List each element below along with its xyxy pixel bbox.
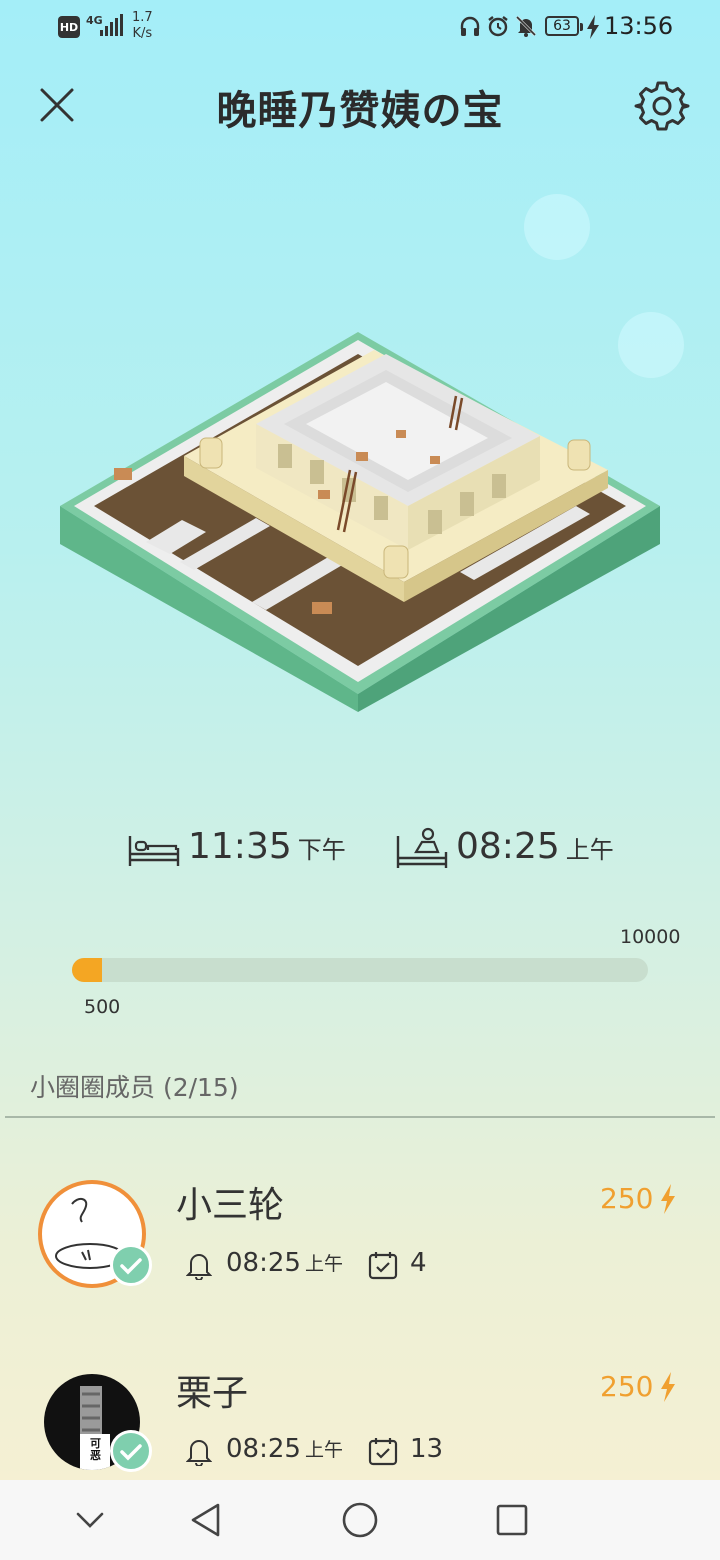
member-alarm: 08:25 上午: [226, 1248, 343, 1278]
members-section-title: 小圈圈成员 (2/15): [30, 1073, 239, 1102]
clock: 13:56: [604, 12, 674, 40]
hd-badge: HD: [58, 16, 80, 38]
alarm-bell-icon: [186, 1440, 212, 1466]
alarm-time: 08:25: [226, 1434, 301, 1464]
member-days: 13: [410, 1434, 444, 1464]
alarm-bell-icon: [186, 1254, 212, 1280]
gear-icon[interactable]: [634, 78, 690, 134]
alarm-time: 08:25: [226, 1248, 301, 1278]
bedtime: 11:35 下午: [188, 826, 346, 867]
member-name: 栗子: [176, 1373, 249, 1414]
speed-unit: K/s: [132, 26, 153, 41]
energy-value: 250: [600, 1182, 654, 1215]
avatar-text: 可恶: [90, 1437, 101, 1462]
member-alarm: 08:25 上午: [226, 1434, 343, 1464]
progress-track: [72, 958, 648, 982]
status-bar: HD 4G 1.7 K/s 63 13:56: [0, 0, 720, 56]
member-energy: 250: [600, 1182, 677, 1215]
bedtime-value: 11:35: [188, 826, 292, 867]
calendar-check-icon: [368, 1438, 398, 1466]
back-icon[interactable]: [188, 1502, 224, 1538]
member-energy: 250: [600, 1370, 677, 1403]
bed-icon: [128, 832, 180, 872]
calendar-check-icon: [368, 1252, 398, 1280]
wake-time-value: 08:25: [456, 826, 560, 867]
verified-badge: [110, 1430, 152, 1472]
divider: [5, 1116, 715, 1118]
lightning-icon: [661, 1183, 676, 1214]
building-illustration: [60, 332, 660, 712]
member-row[interactable]: 可恶 栗子 250 08:25 上午 13: [0, 1350, 720, 1480]
home-icon[interactable]: [340, 1500, 380, 1540]
speed-value: 1.7: [132, 10, 153, 25]
page-title: 晚睡乃赞姨の宝: [216, 88, 504, 134]
system-nav-bar: [0, 1480, 720, 1560]
alarm-period: 上午: [304, 1253, 343, 1275]
bedtime-period: 下午: [297, 836, 346, 864]
alarm-icon: [488, 16, 508, 37]
energy-value: 250: [600, 1370, 654, 1403]
charging-icon: [587, 15, 599, 39]
battery-indicator: 63: [545, 16, 583, 36]
alarm-period: 上午: [304, 1439, 343, 1461]
network-speed: 1.7 K/s: [132, 10, 153, 42]
member-row[interactable]: 小三轮 250 08:25 上午 4: [0, 1160, 720, 1300]
wake-icon: [396, 826, 448, 874]
headphones-icon: [460, 16, 480, 36]
progress-current-label: 500: [84, 996, 121, 1018]
signal-icon: [100, 14, 123, 36]
progress-max-label: 10000: [620, 926, 681, 948]
recents-icon[interactable]: [494, 1502, 530, 1538]
member-days: 4: [410, 1248, 427, 1278]
bubble-decoration: [524, 194, 590, 260]
progress-fill: [72, 958, 102, 982]
member-name: 小三轮: [176, 1185, 285, 1226]
verified-badge: [110, 1244, 152, 1286]
wake-time: 08:25 上午: [456, 826, 614, 867]
wake-time-period: 上午: [565, 836, 614, 864]
mute-bell-icon: [515, 15, 537, 37]
lightning-icon: [661, 1371, 676, 1402]
chevron-down-icon[interactable]: [74, 1506, 106, 1534]
